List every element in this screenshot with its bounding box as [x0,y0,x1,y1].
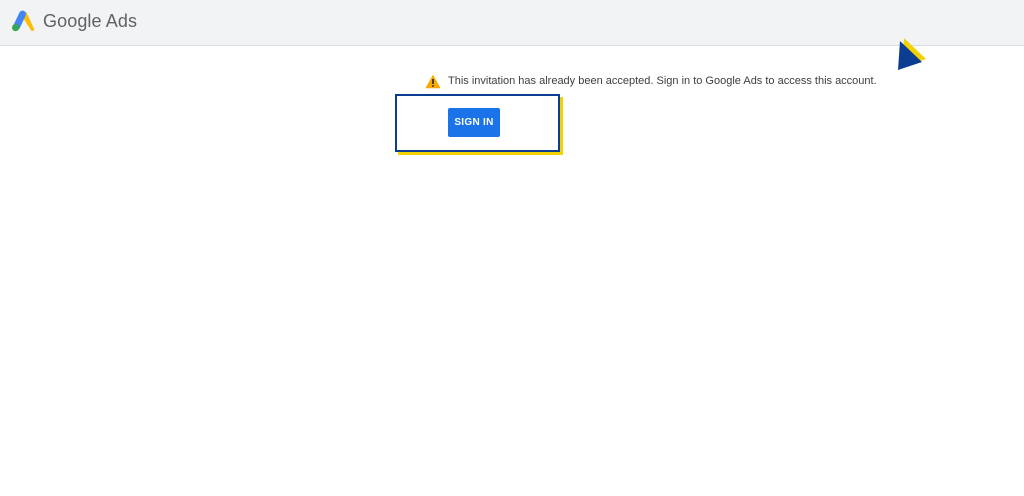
page: Google Ads This invitation has already b… [0,0,1024,496]
cursor-arrow-icon [898,38,926,70]
notice-message: This invitation has already been accepte… [425,72,877,90]
brand-name: Google Ads [43,11,138,31]
google-ads-logo-icon[interactable] [11,10,35,32]
sign-in-button[interactable]: SIGN IN [448,108,500,137]
warning-icon [425,74,441,88]
top-header: Google Ads [0,0,1024,46]
notice-text: This invitation has already been accepte… [448,75,877,87]
